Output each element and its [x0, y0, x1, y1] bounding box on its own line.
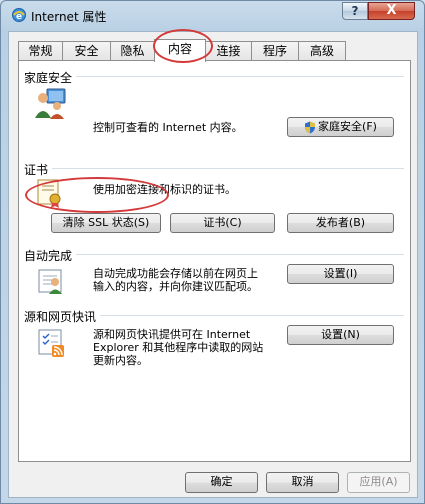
- cancel-button[interactable]: 取消: [266, 472, 339, 493]
- tab-connections[interactable]: 连接: [205, 41, 252, 61]
- window-title: Internet 属性: [31, 10, 107, 24]
- family-safety-heading: 家庭安全: [24, 69, 77, 86]
- help-button[interactable]: ?: [342, 2, 368, 20]
- autocomplete-icon: [38, 269, 62, 294]
- certificate-icon: [37, 179, 61, 208]
- feeds-settings-button[interactable]: 设置(N): [287, 325, 394, 345]
- shield-icon: [305, 121, 316, 133]
- title-bar[interactable]: e Internet 属性 ? X: [1, 1, 424, 31]
- family-safety-icon: [35, 88, 66, 119]
- family-safety-button[interactable]: 家庭安全(F): [287, 117, 394, 137]
- tab-content[interactable]: 内容: [154, 39, 206, 62]
- certificates-button[interactable]: 证书(C): [170, 213, 275, 233]
- clear-ssl-state-button[interactable]: 清除 SSL 状态(S): [51, 213, 161, 233]
- autocomplete-settings-button[interactable]: 设置(I): [287, 264, 394, 284]
- publishers-button[interactable]: 发布者(B): [287, 213, 394, 233]
- internet-explorer-icon: e: [12, 8, 26, 22]
- feeds-description-line1: 源和网页快讯提供可在 Internet: [93, 328, 251, 341]
- feeds-description-line3: 更新内容。: [93, 354, 148, 367]
- feeds-icon: [38, 329, 64, 357]
- tab-privacy[interactable]: 隐私: [110, 41, 155, 61]
- autocomplete-heading: 自动完成: [24, 247, 77, 264]
- tab-programs[interactable]: 程序: [251, 41, 299, 61]
- content-tab-panel: 家庭安全 控制可查看的 Internet 内容。 家庭安全(F) 证书 使用加密…: [18, 60, 411, 462]
- internet-properties-window: e Internet 属性 ? X 常规 安全 隐私 内容 连接 程序 高级 家…: [0, 0, 425, 504]
- ok-button[interactable]: 确定: [185, 472, 258, 493]
- autocomplete-description-line2: 输入的内容，并向你建议匹配项。: [93, 280, 258, 293]
- autocomplete-description-line1: 自动完成功能会存储以前在网页上: [93, 267, 258, 280]
- family-safety-button-label: 家庭安全(F): [318, 120, 377, 133]
- feeds-description-line2: Explorer 和其他程序中读取的网站: [93, 341, 264, 354]
- feeds-heading: 源和网页快讯: [24, 308, 101, 325]
- certificates-heading: 证书: [24, 161, 53, 178]
- autocomplete-divider: [24, 254, 404, 255]
- close-button[interactable]: X: [368, 2, 415, 20]
- tab-advanced[interactable]: 高级: [298, 41, 346, 61]
- apply-button[interactable]: 应用(A): [347, 472, 410, 493]
- certificates-description: 使用加密连接和标识的证书。: [93, 183, 236, 196]
- family-safety-divider: [24, 76, 404, 77]
- tab-security[interactable]: 安全: [62, 41, 111, 61]
- svg-text:e: e: [16, 12, 22, 22]
- family-safety-description: 控制可查看的 Internet 内容。: [93, 121, 243, 134]
- tab-general[interactable]: 常规: [18, 41, 63, 61]
- certificates-divider: [24, 168, 404, 169]
- dialog-client-area: 常规 安全 隐私 内容 连接 程序 高级 家庭安全 控制可查看的 Interne…: [8, 31, 418, 498]
